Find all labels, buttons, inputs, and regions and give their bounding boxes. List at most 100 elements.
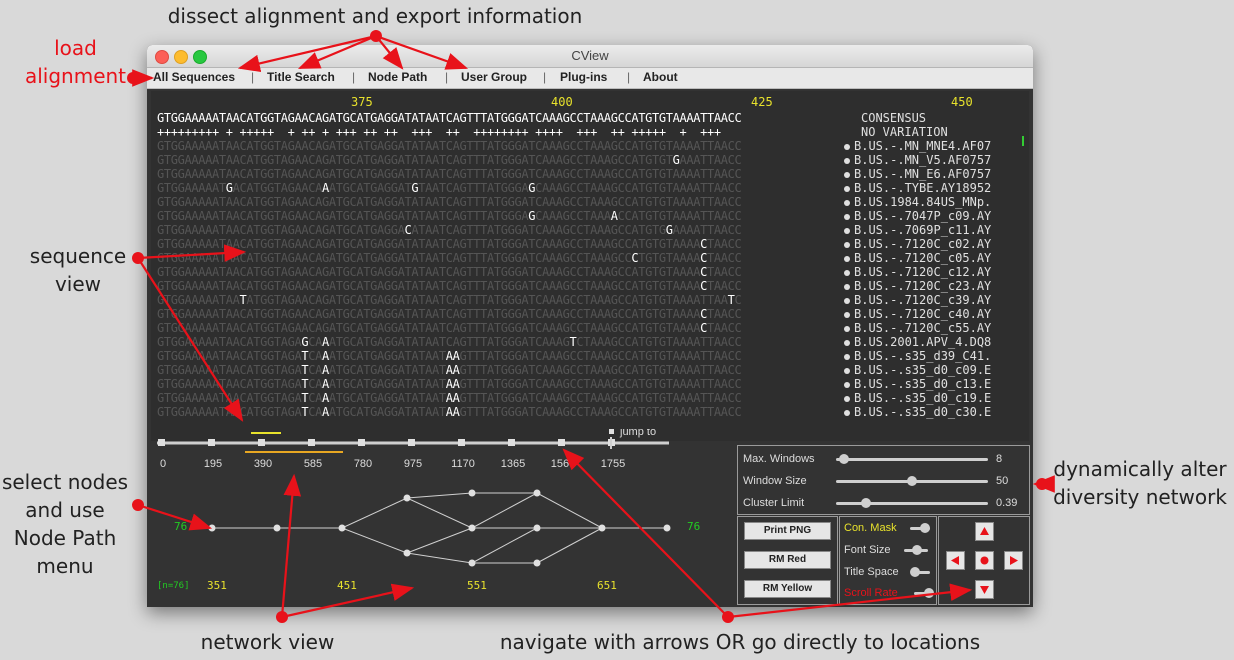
jump-to-marker[interactable] — [609, 429, 614, 434]
slider-tick[interactable] — [458, 439, 465, 446]
sequence-row[interactable]: GTGGAAAAATAACATGGTAGATCAAATGCATGAGGATATA… — [157, 391, 742, 405]
sequence-name[interactable]: B.US.-.7120C_c12.AY — [844, 265, 991, 279]
con-mask-knob[interactable] — [920, 523, 930, 533]
sequence-row[interactable]: GTGGAAAAATAACATGGTAGAACAGATGCATGAGGATATA… — [157, 153, 742, 167]
sequence-name[interactable]: B.US.2001.APV_4.DQ8 — [844, 335, 991, 349]
sequence-bullet-icon — [844, 297, 850, 304]
annotation-select-line4: menu — [36, 554, 94, 578]
sequence-row[interactable]: GTGGAAAAATAACATGGTAGAACAGATGCATGAGGATATA… — [157, 251, 742, 265]
sequence-name[interactable]: B.US.-.s35_d39_C41. — [844, 349, 991, 363]
network-edge — [406, 527, 473, 554]
sequence-row[interactable]: GTGGAAAAATAACATGGTAGAACAGATGCATGAGGATATA… — [157, 279, 742, 293]
sequence-bullet-icon — [844, 283, 850, 290]
scroll-up-button[interactable] — [975, 522, 994, 541]
network-node[interactable] — [403, 494, 411, 502]
menu-user-group[interactable]: User Group — [461, 70, 527, 84]
sequence-name[interactable]: B.US.-.7069P_c11.AY — [844, 223, 991, 237]
sequence-name[interactable]: B.US.-.7120C_c02.AY — [844, 237, 991, 251]
menu-about[interactable]: About — [643, 70, 678, 84]
sequence-name[interactable]: B.US.-.s35_d0_c13.E — [844, 377, 991, 391]
scroll-rate-label: Scroll Rate — [844, 587, 898, 599]
menu-plugins[interactable]: Plug-ins — [560, 70, 607, 84]
font-size-knob[interactable] — [912, 545, 922, 555]
window-size-knob[interactable] — [907, 476, 917, 486]
scroll-right-button[interactable] — [1004, 551, 1023, 570]
slider-tick[interactable] — [258, 439, 265, 446]
sequence-name[interactable]: B.US.-.s35_d0_c19.E — [844, 391, 991, 405]
sequence-row[interactable]: GTGGAAAAATAACATGGTAGAACAGATGCATGAGGATATA… — [157, 237, 742, 251]
network-node[interactable] — [533, 489, 541, 497]
sequence-name[interactable]: B.US.-.MN_V5.AF0757 — [844, 153, 991, 167]
sequence-name[interactable]: B.US.-.7047P_c09.AY — [844, 209, 991, 223]
sequence-name[interactable]: B.US.-.s35_d0_c30.E — [844, 405, 991, 419]
sequence-row[interactable]: GTGGAAAAATAACATGGTAGATCAAATGCATGAGGATATA… — [157, 405, 742, 419]
sequence-name-label: B.US.-.s35_d39_C41. — [854, 349, 992, 363]
print-png-button[interactable]: Print PNG — [744, 522, 831, 540]
sequence-name[interactable]: B.US.-.MN_E6.AF0757 — [844, 167, 991, 181]
slider-tick[interactable] — [558, 439, 565, 446]
center-button[interactable] — [975, 551, 994, 570]
sequence-name[interactable]: B.US.-.7120C_c05.AY — [844, 251, 991, 265]
cluster-limit-slider[interactable] — [836, 502, 988, 505]
network-node[interactable] — [468, 559, 476, 567]
sequence-name[interactable]: B.US.-.7120C_c39.AY — [844, 293, 991, 307]
sequence-row[interactable]: GTGGAAAAATAACATGGTAGATCAAATGCATGAGGATATA… — [157, 377, 742, 391]
network-node[interactable] — [273, 524, 281, 532]
network-node[interactable] — [533, 559, 541, 567]
sequence-row[interactable]: GTGGAAAAATAACATGGTAGAACAGATGCATGAGGATATA… — [157, 139, 742, 153]
slider-tick[interactable] — [408, 439, 415, 446]
menu-bar: All Sequences | Title Search | Node Path… — [147, 68, 1033, 89]
scroll-rate-knob[interactable] — [924, 588, 934, 598]
sequence-row[interactable]: GTGGAAAAATAATATGGTAGAACAGATGCATGAGGATATA… — [157, 293, 742, 307]
sequence-row[interactable]: GTGGAAAAATAACATGGTAGAACAGATGCATGAGGATATA… — [157, 167, 742, 181]
slider-tick[interactable] — [208, 439, 215, 446]
menu-all-sequences[interactable]: All Sequences — [153, 70, 235, 84]
mutation-base: C — [700, 279, 707, 293]
network-node[interactable] — [468, 524, 476, 532]
sequence-row[interactable]: GTGGAAAAATAACATGGTAGAACAGATGCATGAGGACATA… — [157, 223, 742, 237]
network-view[interactable] — [153, 473, 713, 603]
scroll-left-button[interactable] — [946, 551, 965, 570]
sequence-row[interactable]: GTGGAAAAATAACATGGTAGAACAGATGCATGAGGATATA… — [157, 321, 742, 335]
sequence-row[interactable]: GTGGAAAAATAACATGGTAGAACAGATGCATGAGGATATA… — [157, 307, 742, 321]
sequence-row[interactable]: GTGGAAAAATAACATGGTAGAACAGATGCATGAGGATATA… — [157, 195, 742, 209]
sequence-row[interactable]: GTGGAAAAATAACATGGTAGAACAGATGCATGAGGATATA… — [157, 265, 742, 279]
title-space-knob[interactable] — [910, 567, 920, 577]
sequence-name[interactable]: B.US.-.7120C_c23.AY — [844, 279, 991, 293]
sequence-name[interactable]: B.US.-.TYBE.AY18952 — [844, 181, 991, 195]
scroll-down-button[interactable] — [975, 580, 994, 599]
sequence-row[interactable]: GTGGAAAAATAACATGGTAGAGCAAATGCATGAGGATATA… — [157, 335, 742, 349]
max-windows-knob[interactable] — [838, 454, 849, 464]
sequence-name[interactable]: B.US.-.7120C_c55.AY — [844, 321, 991, 335]
sequence-row[interactable]: GTGGAAAAATGACATGGTAGAACAAATGCATGAGGATGTA… — [157, 181, 742, 195]
max-windows-slider[interactable] — [836, 458, 988, 461]
rm-red-button[interactable]: RM Red — [744, 551, 831, 569]
sequence-row[interactable]: GTGGAAAAATAACATGGTAGAACAGATGCATGAGGATATA… — [157, 209, 742, 223]
location-slider[interactable]: 0 195 390 585 780 975 1170 1365 1560 1755 jump to — [153, 429, 713, 469]
sequence-view[interactable]: 375 400 425 450 GTGGAAAAATAACATGGTAGAACA… — [151, 91, 1029, 441]
sequence-row[interactable]: GTGGAAAAATAACATGGTAGATCAAATGCATGAGGATATA… — [157, 349, 742, 363]
sequence-row[interactable]: GTGGAAAAATAACATGGTAGATCAAATGCATGAGGATATA… — [157, 363, 742, 377]
network-node[interactable] — [338, 524, 346, 532]
network-node[interactable] — [403, 549, 411, 557]
network-node[interactable] — [533, 524, 541, 532]
menu-node-path[interactable]: Node Path — [368, 70, 427, 84]
network-node[interactable] — [598, 524, 606, 532]
slider-tick[interactable] — [358, 439, 365, 446]
network-node[interactable] — [663, 524, 671, 532]
sequence-name[interactable]: B.US.-.MN_MNE4.AF07 — [844, 139, 991, 153]
sequence-name[interactable]: B.US.-.7120C_c40.AY — [844, 307, 991, 321]
network-node[interactable] — [208, 524, 216, 532]
network-node[interactable] — [468, 489, 476, 497]
menu-separator: | — [543, 70, 547, 84]
menu-title-search[interactable]: Title Search — [267, 70, 335, 84]
cluster-limit-knob[interactable] — [861, 498, 872, 508]
slider-tick[interactable] — [508, 439, 515, 446]
rm-yellow-button[interactable]: RM Yellow — [744, 580, 831, 598]
slider-tick[interactable] — [308, 439, 315, 446]
network-left-count: 76 — [174, 520, 188, 533]
sequence-name[interactable]: B.US.1984.84US_MNp. — [844, 195, 991, 209]
mutation-base: C — [700, 237, 707, 251]
sequence-name[interactable]: B.US.-.s35_d0_c09.E — [844, 363, 991, 377]
slider-tick[interactable] — [158, 439, 165, 446]
